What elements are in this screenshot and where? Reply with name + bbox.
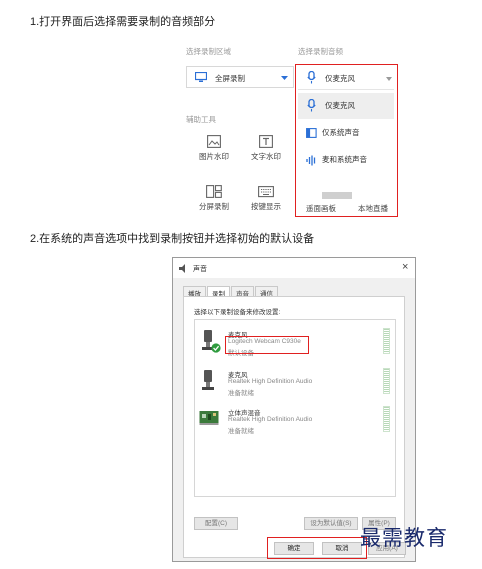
record-area-label: 选择录制区域 xyxy=(186,47,231,56)
option-label: 麦和系统声音 xyxy=(322,155,367,164)
close-icon[interactable]: × xyxy=(402,261,408,273)
split-screen-icon xyxy=(206,185,222,198)
microphone-device-icon xyxy=(202,370,214,390)
default-check-icon xyxy=(211,343,221,353)
record-audio-dropdown[interactable]: 仅麦克风 xyxy=(298,67,394,90)
record-area-dropdown[interactable]: 全屏录制 xyxy=(186,66,294,88)
microphone-icon xyxy=(307,71,316,84)
option-label: 仅麦克风 xyxy=(325,101,355,110)
audio-option-system-only[interactable]: 仅系统声音 xyxy=(298,120,394,146)
device-model: Realtek High Definition Audio xyxy=(228,416,313,423)
dialog-titlebar: 声音 × xyxy=(173,258,415,278)
device-row-realtek-mic[interactable]: 麦克风 Realtek High Definition Audio 准备就绪 xyxy=(195,366,395,400)
image-watermark-tool[interactable]: 图片水印 xyxy=(189,135,239,162)
device-row-stereo-mix[interactable]: 立体声混音 Realtek High Definition Audio 准备就绪 xyxy=(195,404,395,438)
configure-button[interactable]: 配置(C) xyxy=(194,517,238,530)
sound-card-icon xyxy=(199,411,219,425)
image-icon xyxy=(207,135,221,148)
audio-option-mic-and-system[interactable]: 麦和系统声音 xyxy=(298,147,394,173)
text-watermark-tool[interactable]: 文字水印 xyxy=(241,135,291,162)
tool-label: 图片水印 xyxy=(199,152,229,161)
sound-wave-icon xyxy=(306,155,316,166)
recorder-panel: 选择录制区域 选择录制音频 全屏录制 辅助工具 图片水印 文字水印 分屏录制 按… xyxy=(178,40,403,218)
tool-label: 按键显示 xyxy=(251,202,281,211)
split-screen-tool[interactable]: 分屏录制 xyxy=(189,185,239,212)
ok-cancel-highlight xyxy=(267,537,367,559)
level-meter xyxy=(383,368,390,394)
dialog-tabs: 播放 录制 声音 通信 xyxy=(183,283,279,299)
step1-title: 1.打开界面后选择需要录制的音频部分 xyxy=(30,16,216,28)
chevron-down-icon xyxy=(281,76,288,80)
level-meter xyxy=(383,406,390,432)
aux-tools-label: 辅助工具 xyxy=(186,115,216,124)
device-model: Realtek High Definition Audio xyxy=(228,378,313,385)
default-device-highlight xyxy=(225,336,309,354)
instruction-text: 选择以下录制设备来修改设置: xyxy=(194,309,281,316)
key-display-tool[interactable]: 按键显示 xyxy=(241,185,291,212)
audio-option-mic-only[interactable]: 仅麦克风 xyxy=(298,93,394,119)
tool-label: 分屏录制 xyxy=(199,202,229,211)
level-meter xyxy=(383,328,390,354)
text-icon xyxy=(259,135,273,148)
option-label: 仅系统声音 xyxy=(322,128,360,137)
record-audio-value: 仅麦克风 xyxy=(325,74,355,83)
watermark-logo: 最需教育 xyxy=(360,526,448,550)
device-row-webcam-mic[interactable]: 麦克风 Logitech Webcam C930e 默认设备 xyxy=(195,326,395,360)
chevron-down-icon xyxy=(386,77,392,81)
speaker-icon xyxy=(179,264,185,273)
blurred-option xyxy=(322,192,352,199)
set-default-button[interactable]: 设为默认值(S) xyxy=(304,517,358,530)
speaker-icon xyxy=(306,128,317,138)
record-audio-label: 选择录制音频 xyxy=(298,47,343,56)
keyboard-icon xyxy=(258,186,274,198)
sound-dialog: 声音 × 播放 录制 声音 通信 选择以下录制设备来修改设置: 麦克风 Logitec… xyxy=(172,257,416,562)
audio-source-highlight: 仅麦克风 仅麦克风 仅系统声音 麦和系统声音 xyxy=(295,64,398,217)
step2-title: 2.在系统的声音选项中找到录制按钮并选择初始的默认设备 xyxy=(30,233,315,245)
device-status: 准备就绪 xyxy=(228,428,254,435)
record-area-value: 全屏录制 xyxy=(215,74,245,83)
device-status: 准备就绪 xyxy=(228,390,254,397)
recording-tab-content: 选择以下录制设备来修改设置: 麦克风 Logitech Webcam C930e… xyxy=(183,296,405,558)
device-list[interactable]: 麦克风 Logitech Webcam C930e 默认设备 麦克风 Realt… xyxy=(194,319,396,497)
dialog-title: 声音 xyxy=(193,266,207,273)
microphone-icon xyxy=(307,99,316,112)
tool-label: 文字水印 xyxy=(251,152,281,161)
monitor-icon xyxy=(195,72,207,82)
